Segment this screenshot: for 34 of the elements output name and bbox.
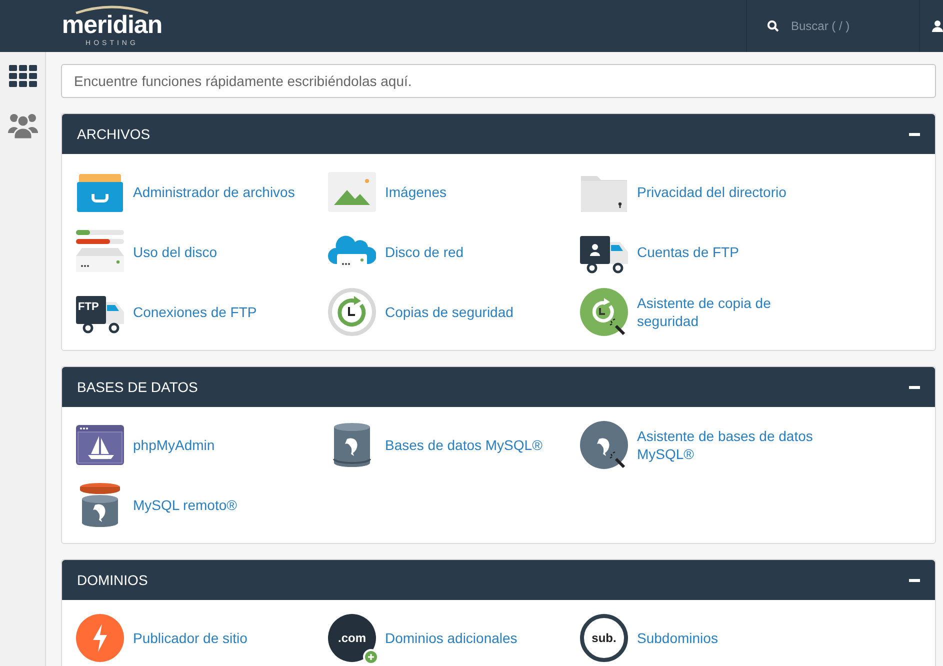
section-header[interactable]: DOMINIOS — [62, 560, 935, 600]
feature-link[interactable]: Dominios adicionales — [385, 629, 518, 647]
feature-link[interactable]: Cuentas de FTP — [637, 243, 739, 261]
feature-link[interactable]: Copias de seguridad — [385, 303, 514, 321]
search-icon — [767, 20, 779, 32]
search-field[interactable]: Buscar ( / ) — [791, 17, 911, 35]
subdomain-icon: sub. — [580, 614, 628, 662]
users-icon[interactable] — [8, 111, 38, 139]
feature-link[interactable]: phpMyAdmin — [133, 436, 215, 454]
clock-restore-icon — [328, 288, 376, 336]
feature-link[interactable]: Disco de red — [385, 243, 464, 261]
feature-link[interactable]: Uso del disco — [133, 243, 218, 261]
feature-link[interactable]: Asistente de copia de seguridad — [637, 294, 827, 330]
feature-link[interactable]: Administrador de archivos — [133, 183, 295, 201]
section-title: ARCHIVOS — [77, 124, 150, 144]
dolphin-wand-icon — [580, 421, 628, 469]
feature-link[interactable]: Publicador de sitio — [133, 629, 248, 647]
feature-link[interactable]: MySQL remoto® — [133, 496, 237, 514]
section-title: DOMINIOS — [77, 570, 148, 590]
feature-link[interactable]: Imágenes — [385, 183, 446, 201]
domain-add-icon: .com — [328, 614, 376, 662]
lightning-bolt-icon — [76, 614, 124, 662]
feature-link[interactable]: Privacidad del directorio — [637, 183, 786, 201]
feature-link[interactable]: Bases de datos MySQL® — [385, 436, 542, 454]
grid-icon[interactable] — [8, 65, 36, 87]
feature-link[interactable]: Conexiones de FTP — [133, 303, 257, 321]
section-header[interactable]: BASES DE DATOS — [62, 367, 935, 407]
restore-wand-icon — [580, 288, 628, 336]
section-header[interactable]: ARCHIVOS — [62, 114, 935, 154]
feature-link[interactable]: Subdominios — [637, 629, 718, 647]
quick-search-field[interactable]: Encuentre funciones rápidamente escribiéndolas aquí. — [61, 64, 936, 98]
user-icon[interactable] — [932, 20, 943, 32]
section-title: BASES DE DATOS — [77, 378, 198, 396]
feature-link[interactable]: Asistente de bases de datos MySQL® — [637, 427, 827, 463]
